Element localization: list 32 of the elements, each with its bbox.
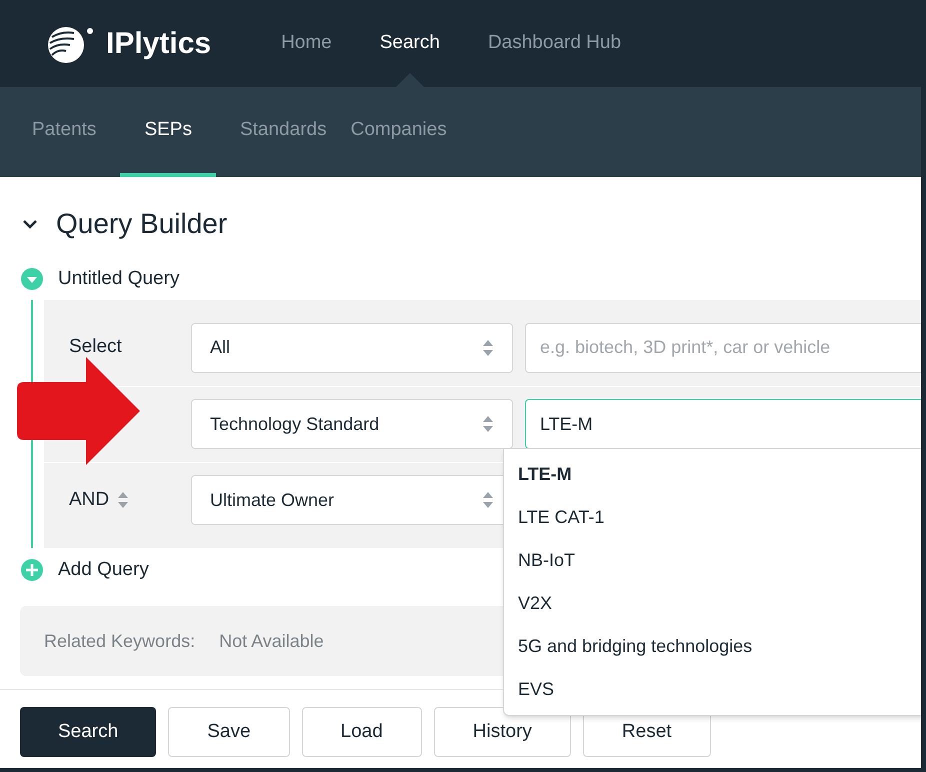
field-select[interactable]: Technology Standard: [191, 399, 513, 449]
action-button[interactable]: Save: [168, 707, 290, 757]
action-button[interactable]: Search: [20, 707, 156, 757]
query-input[interactable]: LTE-M: [525, 399, 921, 449]
suggestion-item[interactable]: V2X: [504, 582, 921, 625]
related-keywords-label: Related Keywords:: [44, 630, 196, 653]
sub-nav-tab[interactable]: Patents: [32, 87, 96, 177]
sub-nav-tab[interactable]: Standards: [240, 87, 327, 177]
operator-stepper-icon: [117, 490, 130, 510]
operator-label: Select: [69, 335, 122, 360]
operator-label: AND: [69, 488, 110, 512]
action-button[interactable]: History: [434, 707, 571, 757]
add-query-link[interactable]: Add Query: [58, 556, 149, 584]
stepper-icon: [482, 414, 494, 434]
stepper-icon: [482, 490, 494, 510]
nav-link[interactable]: Dashboard Hub: [488, 0, 622, 87]
section-title: Query Builder: [56, 207, 228, 241]
chevron-down-icon[interactable]: [22, 218, 38, 230]
action-button[interactable]: Load: [302, 707, 422, 757]
add-circle-icon[interactable]: [20, 558, 44, 582]
collapse-circle-icon[interactable]: [20, 267, 44, 292]
query-input[interactable]: e.g. biotech, 3D print*, car or vehicle: [525, 322, 921, 372]
sub-nav-tab[interactable]: Companies: [350, 87, 447, 177]
suggestion-item[interactable]: 5G and bridging technologies: [504, 625, 921, 668]
related-keywords-value: Not Available: [219, 630, 324, 652]
sub-nav-tab[interactable]: SEPs: [120, 87, 216, 177]
logo-text: IPlytics: [106, 26, 212, 62]
nav-link[interactable]: Home: [281, 0, 332, 87]
field-select[interactable]: All: [191, 322, 513, 372]
suggestion-item[interactable]: NB-IoT: [504, 539, 921, 582]
query-title: Untitled Query: [58, 267, 180, 291]
stepper-icon: [482, 338, 494, 358]
